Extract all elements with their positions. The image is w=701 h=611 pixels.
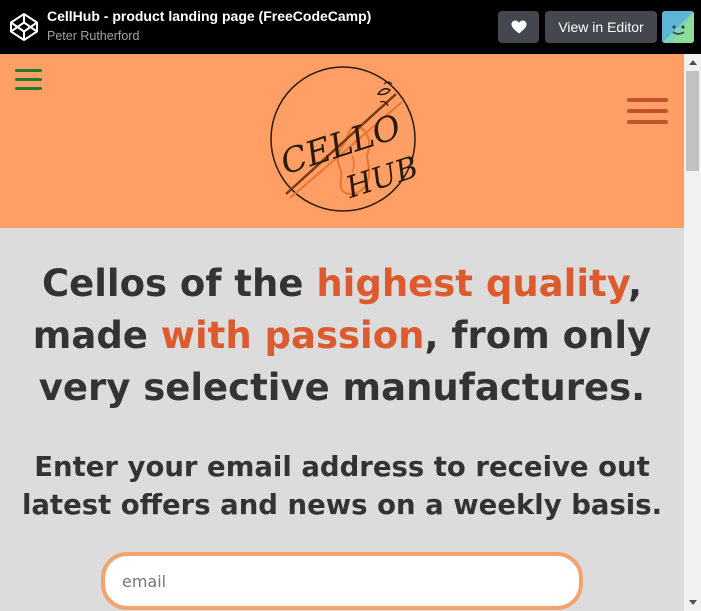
avatar[interactable] — [662, 11, 694, 43]
menu-icon[interactable] — [15, 69, 42, 91]
hero-highlight: highest quality — [316, 262, 628, 305]
pen-preview: CELLO HUB Cellos of the highest quality,… — [0, 54, 701, 611]
email-input[interactable] — [101, 552, 583, 610]
codepen-topbar: CellHub - product landing page (FreeCode… — [0, 0, 701, 54]
site-header: CELLO HUB — [0, 54, 684, 228]
pen-title: CellHub - product landing page (FreeCode… — [47, 8, 372, 24]
heart-icon — [511, 20, 526, 34]
cellohub-logo: CELLO HUB — [270, 66, 418, 212]
hero-highlight: with passion — [160, 314, 425, 357]
hero-section: Cellos of the highest quality, made with… — [0, 228, 684, 611]
scrollbar-thumb[interactable] — [686, 71, 699, 171]
scroll-down-arrow-icon[interactable] — [684, 594, 701, 611]
signup-subtitle: Enter your email address to receive out … — [21, 451, 663, 521]
nav-menu-icon[interactable] — [627, 98, 668, 124]
hero-heading: Cellos of the highest quality, made with… — [10, 258, 674, 414]
view-in-editor-button[interactable]: View in Editor — [545, 11, 657, 43]
codepen-logo-icon[interactable] — [8, 11, 40, 43]
pen-author-link[interactable]: Peter Rutherford — [47, 29, 139, 43]
scroll-up-arrow-icon[interactable] — [684, 54, 701, 71]
scrollbar[interactable] — [684, 54, 701, 611]
heart-button[interactable] — [498, 11, 539, 43]
hero-text: Cellos of the — [41, 262, 317, 305]
